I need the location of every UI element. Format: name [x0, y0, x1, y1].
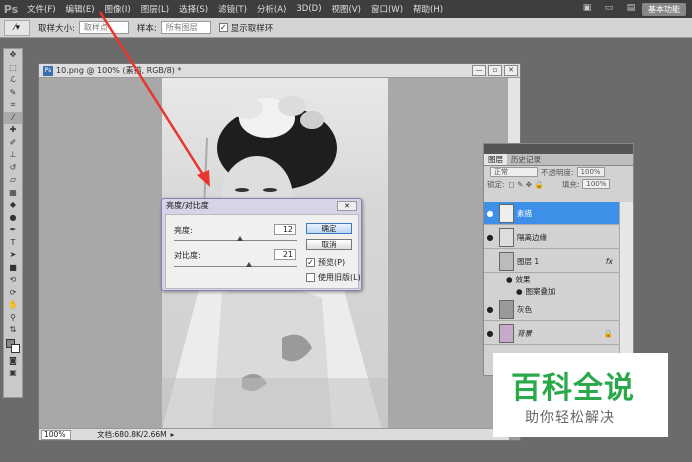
preview-label: 预览(P) [318, 258, 346, 267]
fill-input[interactable]: 100% [582, 179, 611, 189]
lock-row: 锁定: ◻ ✎ ✥ 🔒 填充: 100% [484, 178, 633, 190]
pattern-overlay-row[interactable]: ● 图案叠加 [484, 286, 619, 297]
opacity-label: 不透明度: [541, 167, 574, 177]
lock-icon: 🔒 [603, 328, 613, 338]
effects-row[interactable]: ● 效果 [484, 274, 619, 285]
layer-row[interactable]: ● 灰色 [484, 298, 619, 321]
fx-icon[interactable]: fx [606, 257, 613, 266]
layer-name: 素描 [517, 208, 532, 218]
ok-button[interactable]: 确定 [306, 223, 352, 234]
layer-row[interactable]: ● 隔离边缘 [484, 226, 619, 249]
layer-row[interactable]: 图层 1 fx [484, 250, 619, 273]
eye-icon[interactable]: ● [484, 305, 496, 314]
brightness-slider-track[interactable] [174, 240, 297, 241]
blend-row: 正常 不透明度: 100% [484, 166, 633, 178]
lock-label: 锁定: [487, 179, 505, 189]
legacy-label: 使用旧版(L) [318, 273, 361, 282]
layer-list: ● 素描 ● 隔离边缘 图层 1 fx ● 效果 ● 图案叠加 ● 灰色 ● 背… [484, 202, 619, 377]
watermark: 百科全说 助你轻松解决 [493, 353, 668, 437]
preview-toggle[interactable]: ✓ 预览(P) [306, 257, 345, 268]
watermark-subtitle: 助你轻松解决 [525, 410, 615, 426]
panel-tabs: 图层 历史记录 [484, 154, 633, 166]
dialog-close-button[interactable]: ✕ [337, 201, 357, 211]
watermark-title: 百科全说 [511, 371, 635, 406]
layer-name: 背景 [517, 328, 532, 338]
eye-hidden-icon[interactable] [484, 257, 496, 266]
legacy-toggle[interactable]: 使用旧版(L) [306, 272, 361, 283]
layer-row[interactable]: ● 素描 [484, 202, 619, 225]
panel-header[interactable] [484, 144, 633, 154]
lock-icons[interactable]: ◻ ✎ ✥ 🔒 [509, 180, 544, 189]
pattern-overlay-label: 图案叠加 [525, 287, 556, 296]
eye-icon[interactable]: ● [484, 209, 496, 218]
layer-name: 灰色 [517, 304, 532, 314]
contrast-slider-thumb[interactable] [246, 262, 252, 267]
blend-mode-select[interactable]: 正常 [490, 167, 538, 177]
cancel-button[interactable]: 取消 [306, 239, 352, 250]
layer-row[interactable]: ● 背景 🔒 [484, 322, 619, 345]
layer-name: 隔离边缘 [517, 232, 547, 242]
brightness-contrast-dialog: 亮度/对比度 ✕ 亮度: 12 对比度: 21 确定 取消 ✓ 预览(P) 使用… [161, 198, 362, 291]
layers-scrollbar[interactable] [619, 202, 633, 372]
pattern-eye-icon[interactable]: ● [516, 287, 523, 296]
contrast-slider-track[interactable] [174, 266, 297, 267]
layers-panel: 图层 历史记录 正常 不透明度: 100% 锁定: ◻ ✎ ✥ 🔒 填充: 10… [483, 143, 634, 376]
layer-thumbnail [499, 251, 514, 271]
tab-history[interactable]: 历史记录 [507, 154, 545, 165]
eye-icon[interactable]: ● [484, 233, 496, 242]
layer-name: 图层 1 [517, 256, 540, 266]
layer-thumbnail [499, 203, 514, 223]
tab-layers[interactable]: 图层 [484, 154, 507, 165]
layer-thumbnail [499, 323, 514, 343]
brightness-label: 亮度: [174, 226, 193, 235]
brightness-input[interactable]: 12 [274, 224, 296, 235]
layer-thumbnail [499, 299, 514, 319]
legacy-checkbox[interactable] [306, 273, 315, 282]
eye-icon[interactable]: ● [484, 329, 496, 338]
preview-checkbox[interactable]: ✓ [306, 258, 315, 267]
layer-thumbnail [499, 227, 514, 247]
contrast-input[interactable]: 21 [274, 249, 296, 260]
brightness-slider-thumb[interactable] [237, 236, 243, 241]
fill-label: 填充: [561, 179, 580, 189]
dialog-body: 亮度: 12 对比度: 21 确定 取消 ✓ 预览(P) 使用旧版(L) [165, 214, 361, 289]
effects-label: 效果 [515, 275, 531, 284]
effects-eye-icon[interactable]: ● [506, 275, 513, 284]
contrast-label: 对比度: [174, 251, 201, 260]
dialog-title-bar[interactable]: 亮度/对比度 ✕ [162, 199, 361, 213]
dialog-title: 亮度/对比度 [166, 201, 209, 210]
opacity-input[interactable]: 100% [576, 167, 605, 177]
